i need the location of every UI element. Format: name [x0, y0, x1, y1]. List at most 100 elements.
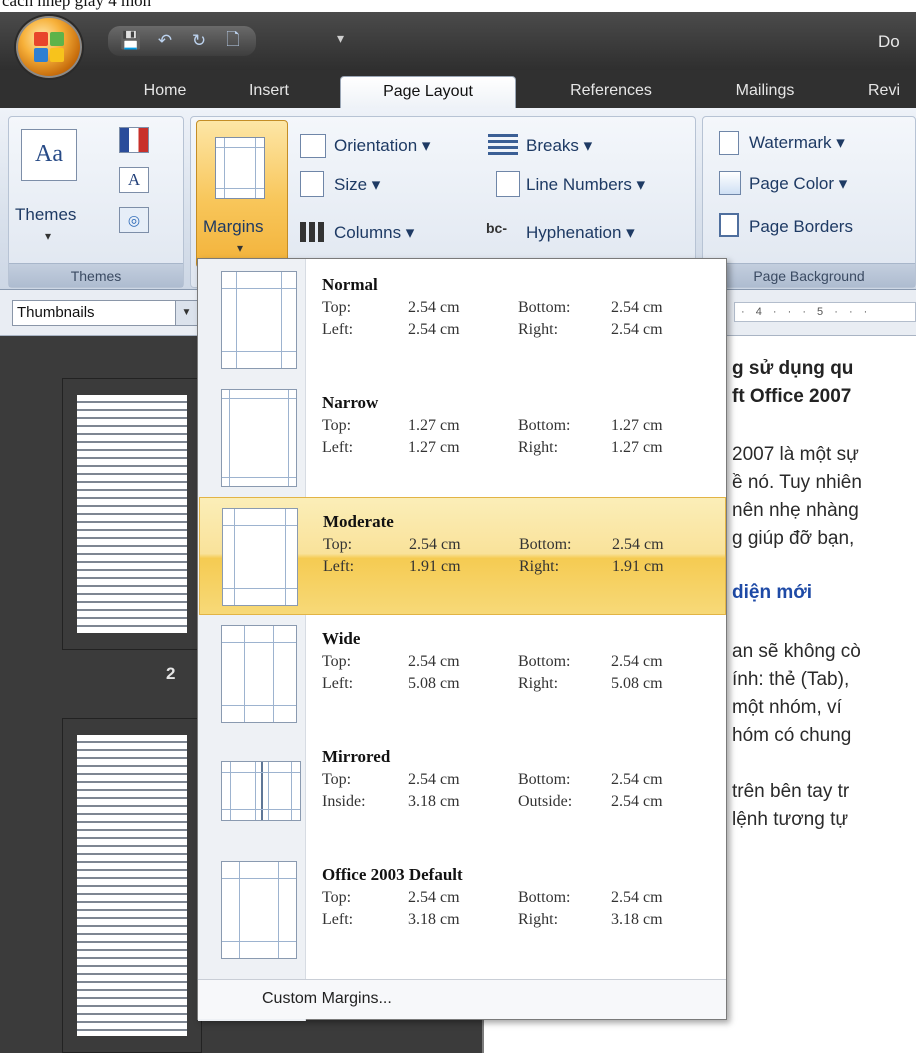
margin-option-office-2003-default[interactable]: Office 2003 Default Top: 2.54 cm Bottom:…	[199, 851, 726, 969]
watermark-button[interactable]: Watermark ▾	[749, 133, 845, 153]
label: Bottom:	[518, 417, 571, 434]
doc-heading: diện mới	[732, 582, 813, 603]
margins-icon	[215, 137, 265, 199]
label: Top:	[322, 299, 352, 316]
tab-review[interactable]: Revi	[852, 76, 916, 108]
hyphenation-button[interactable]: Hyphenation ▾	[526, 223, 635, 243]
value: 2.54 cm	[611, 889, 663, 906]
custom-margins-label: Custom Margins...	[262, 990, 392, 1007]
label: Bottom:	[518, 889, 571, 906]
caption-strip: cach nhep giay 4 mon	[0, 0, 916, 12]
breaks-button[interactable]: Breaks ▾	[526, 136, 592, 156]
label: Left:	[322, 321, 354, 338]
tab-insert[interactable]: Insert	[224, 76, 314, 108]
label: Right:	[518, 675, 559, 692]
margin-option-moderate[interactable]: Moderate Top: 2.54 cm Bottom: 2.54 cm Le…	[199, 497, 726, 615]
label: Top:	[322, 889, 352, 906]
label: Bottom:	[518, 299, 571, 316]
office-logo-icon	[34, 32, 66, 64]
doc-text-line: một nhóm, ví	[732, 697, 842, 718]
line-numbers-icon	[496, 171, 520, 197]
themes-button[interactable]: Themes	[15, 205, 76, 225]
margin-preview-icon	[221, 271, 297, 369]
line-numbers-button[interactable]: Line Numbers ▾	[526, 175, 645, 195]
redo-icon[interactable]: ↻	[186, 29, 212, 53]
tab-page-layout[interactable]: Page Layout	[340, 76, 516, 108]
doc-text-line: lệnh tương tự	[732, 809, 849, 830]
value: 2.54 cm	[611, 321, 663, 338]
label: Top:	[323, 536, 353, 553]
value: 2.54 cm	[409, 536, 461, 553]
margin-preview-icon	[221, 761, 301, 821]
quick-access-toolbar: 💾 ↶ ↻ 🗋	[108, 26, 256, 56]
value: 2.54 cm	[611, 653, 663, 670]
columns-button[interactable]: Columns ▾	[334, 223, 414, 243]
label: Bottom:	[519, 536, 572, 553]
value: 1.27 cm	[408, 439, 460, 456]
window-title: Do	[878, 32, 900, 51]
label: Inside:	[322, 793, 366, 810]
doc-text-line: ft Office 2007	[732, 386, 852, 407]
page-thumbnail[interactable]	[62, 378, 202, 650]
doc-text-line: trên bên tay tr	[732, 781, 850, 802]
tab-home[interactable]: Home	[120, 76, 210, 108]
option-title: Moderate	[323, 512, 394, 531]
hyphenation-icon: bc-	[486, 220, 507, 236]
label: Right:	[518, 911, 559, 928]
size-button[interactable]: Size ▾	[334, 175, 380, 195]
page-borders-button[interactable]: Page Borders	[749, 217, 853, 237]
orientation-icon	[300, 134, 326, 158]
doc-text-line: 2007 là một sự	[732, 444, 859, 465]
value: 2.54 cm	[612, 536, 664, 553]
margin-option-mirrored[interactable]: Mirrored Top: 2.54 cm Bottom: 2.54 cm In…	[199, 733, 726, 851]
custom-margins-item[interactable]: Custom Margins...	[198, 979, 726, 1019]
columns-icon	[300, 222, 324, 242]
margins-button[interactable]: Margins ▾	[196, 120, 288, 268]
value: 3.18 cm	[408, 911, 460, 928]
value: 3.18 cm	[611, 911, 663, 928]
themes-group-label: Themes	[9, 263, 183, 287]
value: 1.27 cm	[611, 439, 663, 456]
theme-effects-icon[interactable]: ◎	[119, 207, 149, 233]
tab-references[interactable]: References	[536, 76, 686, 108]
theme-colors-icon[interactable]	[119, 127, 149, 153]
save-icon[interactable]: 💾	[118, 29, 144, 53]
undo-icon[interactable]: ↶	[152, 29, 178, 53]
theme-fonts-icon[interactable]: A	[119, 167, 149, 193]
margin-option-narrow[interactable]: Narrow Top: 1.27 cm Bottom: 1.27 cm Left…	[199, 379, 726, 497]
page-color-button[interactable]: Page Color ▾	[749, 174, 847, 194]
margins-dropdown-icon: ▾	[237, 241, 244, 255]
watermark-icon	[719, 131, 739, 155]
themes-dropdown-icon[interactable]: ▾	[45, 229, 51, 243]
customize-qat-icon[interactable]: ▾	[337, 30, 344, 47]
value: 2.54 cm	[408, 299, 460, 316]
value: 2.54 cm	[611, 299, 663, 316]
label: Left:	[322, 675, 354, 692]
margin-preview-icon	[221, 389, 297, 487]
margin-option-normal[interactable]: Normal Top: 2.54 cm Bottom: 2.54 cm Left…	[199, 261, 726, 379]
label: Left:	[323, 558, 355, 575]
print-preview-icon[interactable]: 🗋	[220, 29, 246, 53]
margin-option-wide[interactable]: Wide Top: 2.54 cm Bottom: 2.54 cm Left: …	[199, 615, 726, 733]
option-title: Mirrored	[322, 747, 391, 766]
view-selector[interactable]: Thumbnails ▼	[12, 300, 198, 326]
label: Bottom:	[518, 771, 571, 788]
value: 2.54 cm	[611, 771, 663, 788]
value: 2.54 cm	[408, 889, 460, 906]
margins-dropdown: Normal Top: 2.54 cm Bottom: 2.54 cm Left…	[197, 258, 727, 1021]
option-title: Narrow	[322, 393, 379, 412]
label: Top:	[322, 771, 352, 788]
tab-mailings[interactable]: Mailings	[706, 76, 824, 108]
page-borders-icon	[719, 213, 739, 237]
horizontal-ruler[interactable]: · 4 · · · 5 · · ·	[734, 302, 916, 322]
page-background-group-label: Page Background	[703, 263, 915, 287]
label: Right:	[518, 439, 559, 456]
value: 1.91 cm	[409, 558, 461, 575]
office-button[interactable]	[14, 14, 84, 80]
page-background-group: Watermark ▾ Page Color ▾ Page Borders Pa…	[702, 116, 916, 288]
chevron-down-icon[interactable]: ▼	[175, 301, 197, 325]
value: 2.54 cm	[611, 793, 663, 810]
value: 1.91 cm	[612, 558, 664, 575]
orientation-button[interactable]: Orientation ▾	[334, 136, 430, 156]
page-thumbnail[interactable]	[62, 718, 202, 1053]
